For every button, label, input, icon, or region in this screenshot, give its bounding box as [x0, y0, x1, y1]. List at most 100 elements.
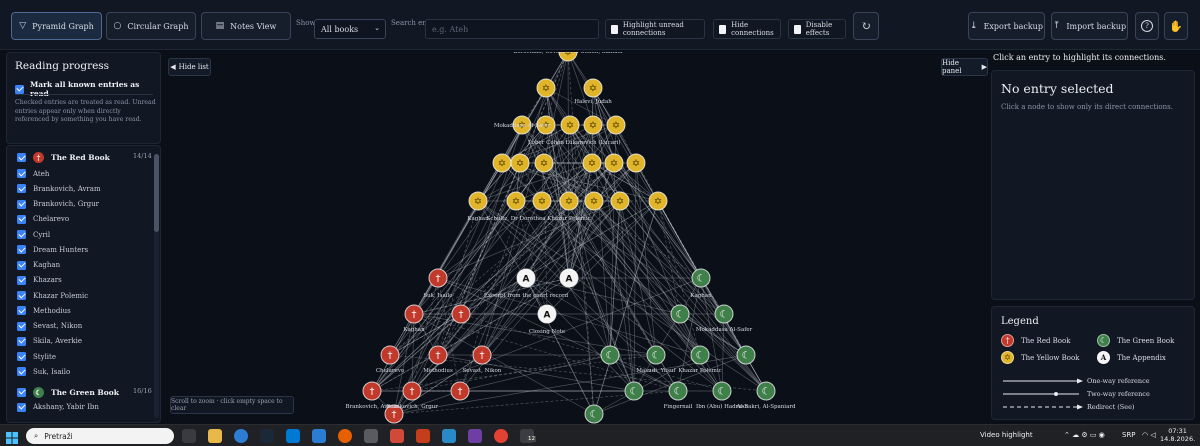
notes-view-button[interactable]: ▤ Notes View — [201, 12, 291, 40]
book-row[interactable]: ☾ The Green Book 16/16 — [17, 386, 152, 398]
search-input[interactable]: e.g. Ateh — [425, 19, 599, 39]
entry-row[interactable]: Brankovich, Avram — [17, 184, 101, 194]
circular-graph-button[interactable]: ○ Circular Graph — [106, 12, 196, 40]
entry-row[interactable]: Khazars — [17, 275, 62, 285]
checkbox-checked-icon[interactable] — [17, 321, 26, 331]
graph-svg[interactable]: ✡✡ ✡✡ ✡ ✡ ✡ ✡✡ ✡ ✡ ✡ ✡ ✡✡ ✡ ✡ ✡ ✡ ✡ ✡A AA†† †† † †† † †☾☾ ☾☾ ☾ ☾ ☾… — [164, 42, 988, 424]
graph-node[interactable]: ✡ — [604, 153, 624, 173]
graph-node[interactable]: † — [450, 381, 470, 401]
settings-icon[interactable] — [364, 429, 378, 443]
entry-row[interactable]: Suk, Isailo — [17, 367, 70, 377]
entry-row[interactable]: Cyril — [17, 230, 50, 239]
graph-node[interactable]: ☾ — [670, 304, 690, 324]
entry-row[interactable]: Skila, Averkie — [17, 336, 82, 346]
graph-node[interactable]: ✡ — [559, 191, 579, 211]
checkbox-checked-icon[interactable] — [17, 387, 26, 397]
graph-node[interactable]: † — [472, 345, 492, 365]
disable-effects-toggle[interactable]: Disable effects — [788, 19, 846, 39]
language-indicator[interactable]: SRP — [1122, 431, 1136, 439]
graph-node[interactable]: ☾ — [668, 381, 688, 401]
file-explorer-icon[interactable] — [208, 429, 222, 443]
export-backup-button[interactable]: ⤓ Export backup — [968, 12, 1045, 40]
checkbox-checked-icon[interactable] — [17, 352, 26, 361]
outlook-icon[interactable] — [312, 429, 326, 443]
graph-node[interactable]: ☾ — [712, 381, 732, 401]
reset-button[interactable]: ↻ — [853, 12, 879, 40]
entry-row[interactable]: Stylite — [17, 352, 56, 361]
checkbox-checked-icon[interactable] — [17, 275, 26, 285]
graph-node[interactable]: ☾ — [690, 345, 710, 365]
checkbox-checked-icon[interactable] — [17, 306, 26, 316]
checkbox-checked-icon[interactable] — [17, 260, 26, 270]
store-icon[interactable] — [286, 429, 300, 443]
checkbox-checked-icon[interactable] — [17, 169, 26, 178]
graph-node[interactable]: ☾ — [624, 381, 644, 401]
video-highlight[interactable]: Video highlight — [980, 431, 1033, 439]
graph-node[interactable]: ✡ — [582, 153, 602, 173]
entry-row[interactable]: Methodius — [17, 306, 71, 316]
graph-node[interactable]: ✡ — [468, 191, 488, 211]
checkbox-checked-icon[interactable] — [17, 336, 26, 346]
graph-node[interactable]: A — [559, 268, 579, 288]
graph-node[interactable]: ✡ — [626, 153, 646, 173]
entry-row[interactable]: Brankovich, Grgur — [17, 199, 99, 209]
graph-node[interactable]: † — [380, 345, 400, 365]
graph-node[interactable]: † — [428, 268, 448, 288]
app-icon[interactable]: 12 — [520, 429, 536, 443]
app-icon[interactable] — [468, 429, 482, 443]
help-button[interactable]: ? — [1135, 12, 1159, 40]
checkbox-checked-icon[interactable] — [17, 230, 26, 239]
windows-start-icon[interactable] — [6, 429, 18, 444]
graph-node[interactable]: A — [516, 268, 536, 288]
graph-node[interactable]: ✡ — [510, 153, 530, 173]
firefox-icon[interactable] — [338, 429, 352, 443]
graph-node[interactable]: ✡ — [536, 78, 556, 98]
checkbox-checked-icon[interactable] — [17, 291, 26, 300]
hide-connections-toggle[interactable]: Hide connections — [713, 19, 781, 39]
graph-node[interactable]: ✡ — [534, 153, 554, 173]
list-scrollbar[interactable] — [154, 154, 159, 418]
entry-row[interactable]: Akshany, Yabir Ibn — [17, 402, 99, 412]
book-row[interactable]: † The Red Book 14/14 — [17, 152, 152, 163]
graph-node[interactable]: ✡ — [560, 115, 580, 135]
task-view-icon[interactable] — [182, 429, 196, 443]
graph-node[interactable]: ☾ — [736, 345, 756, 365]
graph-node[interactable]: ☾ — [584, 404, 604, 424]
app-icon[interactable] — [390, 429, 404, 443]
graph-node[interactable]: ☾ — [756, 381, 776, 401]
taskbar-search[interactable]: ⌕ Pretraži — [26, 428, 174, 444]
clock[interactable]: 07:31 14.8.2026. — [1160, 427, 1195, 443]
graph-node[interactable]: ☾ — [646, 345, 666, 365]
entry-row[interactable]: Khazar Polemic — [17, 291, 88, 300]
graph-node[interactable]: ✡ — [648, 191, 668, 211]
graph-node[interactable]: ✡ — [610, 191, 630, 211]
hide-list-button[interactable]: ◀ Hide list — [168, 58, 211, 76]
edge-icon[interactable] — [234, 429, 248, 443]
checkbox-checked-icon[interactable] — [17, 153, 26, 162]
graph-node[interactable]: ✡ — [492, 153, 512, 173]
graph-node[interactable]: ☾ — [600, 345, 620, 365]
graph-node[interactable]: ☾ — [714, 304, 734, 324]
graph-node[interactable]: † — [362, 381, 382, 401]
pyramid-graph-button[interactable]: ▽ Pyramid Graph — [11, 12, 102, 40]
entry-row[interactable]: Sevast, Nikon — [17, 321, 82, 331]
entry-row[interactable]: Kaghan — [17, 260, 60, 270]
graph-node[interactable]: † — [428, 345, 448, 365]
graph-node[interactable]: ✡ — [532, 191, 552, 211]
graph-node[interactable]: ✡ — [506, 191, 526, 211]
highlight-unread-toggle[interactable]: Highlight unread connections — [605, 19, 705, 39]
wifi-sound-icon[interactable]: ◠ ◁ — [1142, 431, 1156, 439]
chrome-icon[interactable] — [494, 429, 508, 443]
graph-node[interactable]: ✡ — [583, 115, 603, 135]
office-icon[interactable] — [416, 429, 430, 443]
checkbox-checked-icon[interactable] — [17, 367, 26, 377]
steam-icon[interactable] — [260, 429, 274, 443]
scrollbar-thumb[interactable] — [154, 154, 159, 232]
graph-node[interactable]: A — [537, 304, 557, 324]
book-filter-select[interactable]: All books ⌄ — [314, 19, 386, 39]
graph-node[interactable]: ✡ — [584, 191, 604, 211]
entry-row[interactable]: Ateh — [17, 169, 49, 178]
checkbox-checked-icon[interactable] — [17, 245, 26, 255]
entry-row[interactable]: Dream Hunters — [17, 245, 88, 255]
checkbox-checked-icon[interactable] — [17, 214, 26, 224]
